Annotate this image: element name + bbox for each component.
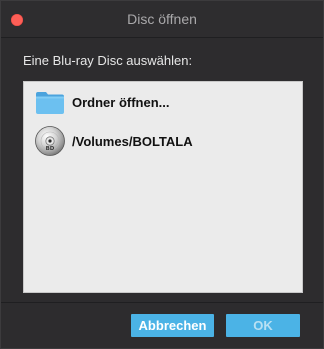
list-item-open-folder[interactable]: Ordner öffnen... xyxy=(34,86,294,118)
bluray-disc-icon: BD xyxy=(35,126,65,156)
list-item-label: Ordner öffnen... xyxy=(72,94,170,110)
footer-divider xyxy=(1,302,323,303)
list-item-label: /Volumes/BOLTALA xyxy=(72,133,193,149)
svg-text:BD: BD xyxy=(46,146,55,152)
folder-icon xyxy=(36,92,64,114)
window-title: Disc öffnen xyxy=(127,11,197,27)
disc-source-list[interactable]: Ordner öffnen... BD /Volumes/BOLTALA xyxy=(23,81,303,293)
list-item-volume[interactable]: BD /Volumes/BOLTALA xyxy=(34,125,294,157)
cancel-button[interactable]: Abbrechen xyxy=(131,314,214,337)
ok-button[interactable]: OK xyxy=(226,314,300,337)
dialog-window: Disc öffnen Eine Blu-ray Disc auswählen:… xyxy=(0,0,324,349)
title-bar: Disc öffnen xyxy=(1,1,323,37)
title-divider xyxy=(1,37,323,38)
prompt-label: Eine Blu-ray Disc auswählen: xyxy=(23,53,193,68)
